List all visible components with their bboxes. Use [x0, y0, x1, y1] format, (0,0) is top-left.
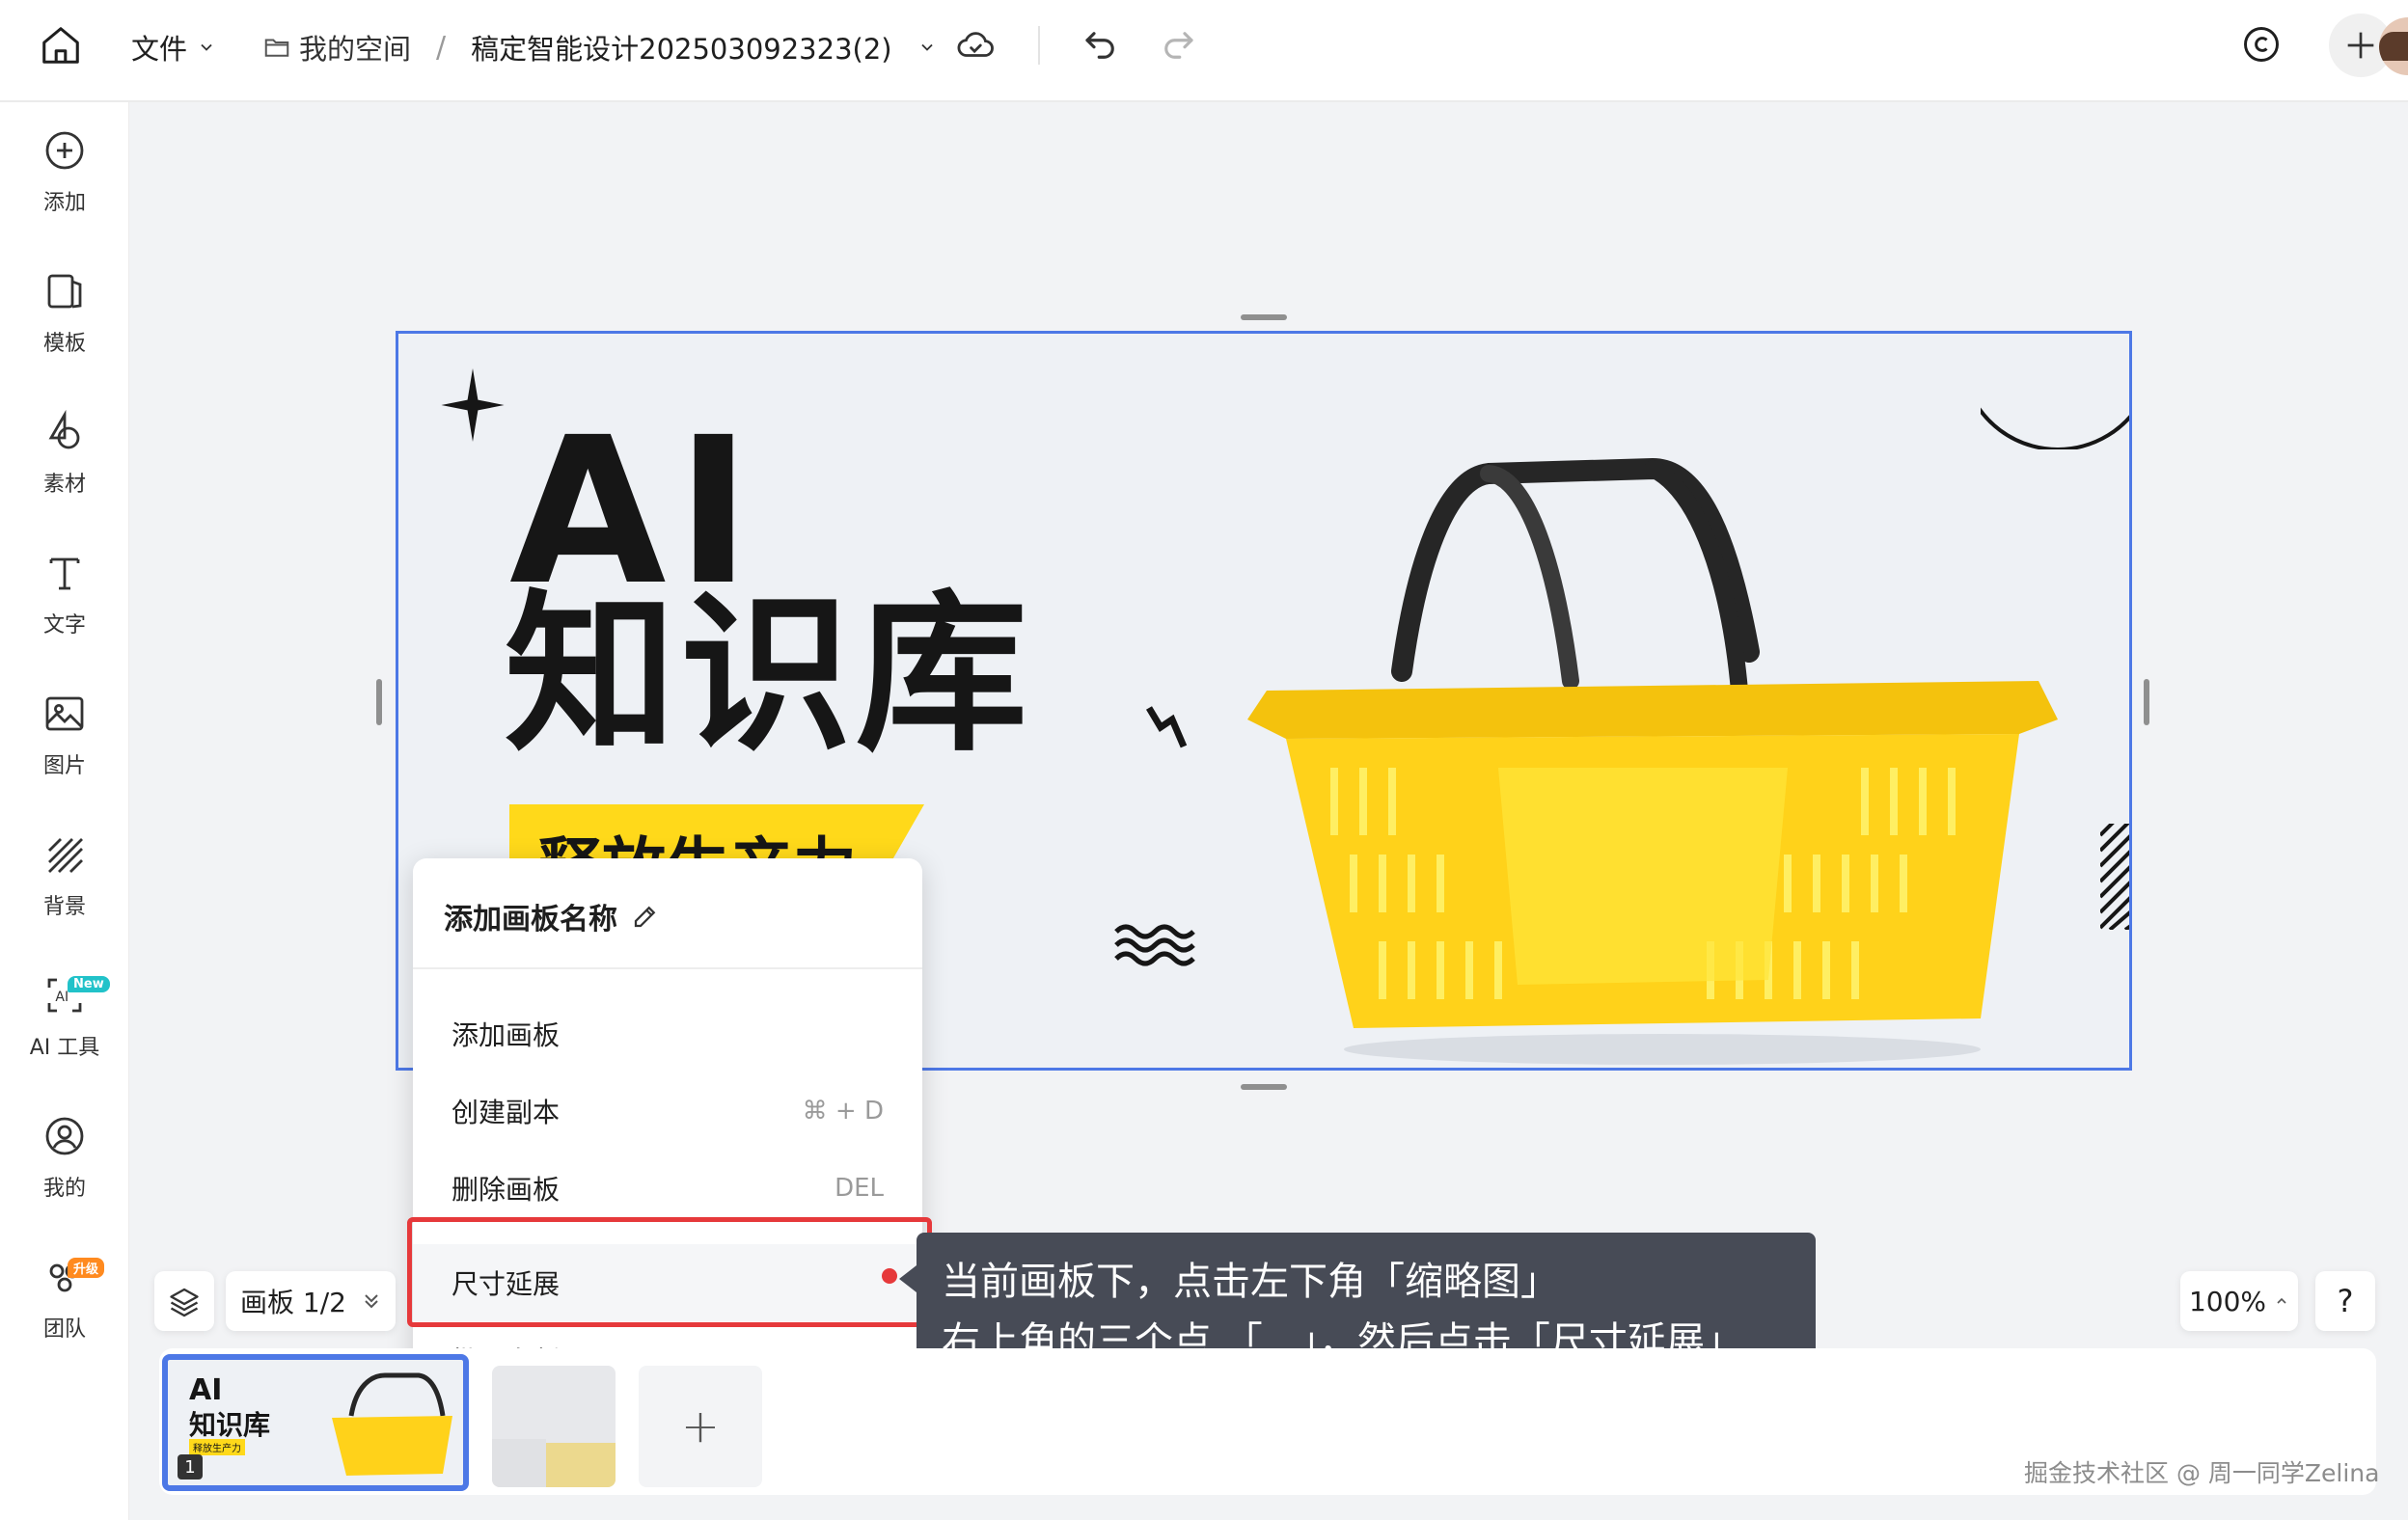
redo-icon[interactable] — [1158, 25, 1198, 66]
sidebar-item-mine[interactable]: 我的 — [0, 1113, 129, 1229]
thumb-index: 1 — [178, 1454, 203, 1479]
resize-handle-bottom[interactable] — [1241, 1084, 1287, 1090]
sidebar-item-text[interactable]: 文字 — [0, 550, 129, 665]
resize-handle-right[interactable] — [2144, 679, 2149, 725]
menu-item-add-board[interactable]: 添加画板 — [413, 995, 922, 1072]
file-menu[interactable]: 文件 — [131, 27, 216, 68]
menu-item-label: 创建副本 — [452, 1097, 561, 1128]
menu-divider — [413, 967, 922, 969]
upgrade-badge: 升级 — [68, 1258, 105, 1278]
breadcrumb: 我的空间 / 稿定智能设计202503092323(2) — [262, 27, 937, 68]
hatch-decoration — [2100, 824, 2129, 930]
shapes-icon — [48, 409, 80, 449]
layers-button[interactable] — [154, 1271, 214, 1331]
sidebar-item-images[interactable]: 图片 — [0, 691, 129, 806]
resize-handle-top[interactable] — [1241, 314, 1287, 320]
board-thumbnail-2[interactable] — [492, 1366, 616, 1487]
pencil-icon[interactable] — [631, 902, 660, 931]
resize-handle-left[interactable] — [376, 679, 382, 725]
sidebar-item-background[interactable]: 背景 — [0, 831, 129, 947]
sidebar-item-label: 添加 — [42, 191, 86, 215]
zigzag-decoration — [1145, 706, 1188, 748]
thumb-banner: 释放生产力 — [189, 1439, 245, 1455]
file-menu-label: 文件 — [131, 33, 188, 66]
menu-item-label: 添加画板 — [452, 1019, 561, 1051]
zoom-control[interactable]: 100% — [2180, 1271, 2298, 1331]
template-icon — [47, 274, 82, 309]
plus-icon — [2347, 32, 2374, 59]
thumb-subheadline: 知识库 — [189, 1409, 271, 1441]
wave-decoration — [1114, 924, 1195, 966]
home-icon[interactable] — [39, 23, 83, 68]
menu-item-delete-board[interactable]: 删除画板 DEL — [413, 1150, 922, 1227]
annotation-dot — [882, 1268, 897, 1284]
sparkle-decoration — [441, 368, 505, 442]
menu-item-shortcut: DEL — [835, 1174, 884, 1203]
sidebar-item-team[interactable]: 升级 团队 — [0, 1254, 129, 1370]
breadcrumb-space[interactable]: 我的空间 — [299, 27, 411, 68]
plus-icon: + — [680, 1399, 721, 1453]
background-pattern-icon — [48, 838, 83, 873]
sidebar-item-ai-tools[interactable]: AI New AI 工具 — [0, 972, 129, 1088]
board-selector[interactable]: 画板 1/2 — [226, 1271, 396, 1331]
add-board-button[interactable]: + — [639, 1366, 762, 1487]
double-chevron-down-icon — [365, 1294, 378, 1309]
sidebar-item-label: 模板 — [42, 332, 86, 356]
cloud-sync-icon[interactable] — [955, 25, 996, 66]
text-icon — [49, 557, 80, 590]
sidebar-item-label: AI 工具 — [29, 1036, 100, 1060]
help-label: ? — [2337, 1283, 2354, 1319]
image-icon — [45, 696, 84, 731]
sidebar-item-add[interactable]: 添加 — [0, 127, 129, 243]
thumb-headline: AI — [189, 1373, 223, 1407]
board-name-placeholder: 添加画板名称 — [444, 903, 617, 936]
watermark: 掘金技术社区 @ 周一同学Zelina — [2024, 1459, 2380, 1487]
document-title[interactable]: 稿定智能设计202503092323(2) — [471, 27, 892, 68]
menu-item-duplicate[interactable]: 创建副本 ⌘ + D — [413, 1072, 922, 1150]
shopping-basket-image — [1247, 457, 2058, 1065]
menu-item-shortcut: ⌘ + D — [802, 1097, 884, 1126]
sidebar-item-label: 素材 — [42, 473, 86, 497]
undo-icon[interactable] — [1081, 25, 1121, 66]
headline-knowledge-base: 知识库 — [505, 575, 1031, 774]
sidebar-item-label: 文字 — [42, 613, 86, 638]
sidebar-item-elements[interactable]: 素材 — [0, 409, 129, 525]
menu-item-label: 删除画板 — [452, 1174, 561, 1206]
sidebar-item-label: 团队 — [42, 1317, 86, 1342]
board-thumbnail-1[interactable]: AI 知识库 释放生产力 1 — [162, 1354, 469, 1491]
user-circle-icon — [45, 1117, 84, 1155]
sidebar-item-label: 我的 — [42, 1177, 86, 1201]
chevron-down-icon — [201, 43, 212, 51]
sidebar-item-label: 背景 — [42, 895, 86, 919]
top-bar: 文件 我的空间 / 稿定智能设计202503092323(2) — [0, 0, 2408, 102]
chevron-up-icon — [2277, 1297, 2286, 1304]
svg-text:AI: AI — [55, 990, 68, 1005]
toolbar-divider — [1038, 26, 1040, 65]
sidebar-item-templates[interactable]: 模板 — [0, 268, 129, 384]
plus-circle-icon — [45, 131, 84, 170]
board-name-field[interactable]: 添加画板名称 — [444, 895, 660, 937]
zoom-level: 100% — [2188, 1285, 2267, 1317]
help-button[interactable]: ? — [2315, 1271, 2375, 1331]
tooltip-line-1: 当前画板下，点击左下角「缩略图」 — [942, 1260, 1559, 1304]
chevron-down-icon[interactable] — [917, 38, 937, 57]
board-indicator: 画板 1/2 — [240, 1287, 346, 1318]
folder-icon — [264, 39, 289, 57]
breadcrumb-separator: / — [436, 30, 447, 65]
left-sidebar: 添加 模板 素材 文字 图片 背景 AI New AI 工具 我的 升级 团队 — [0, 102, 129, 1520]
sidebar-item-label: 图片 — [42, 754, 86, 778]
thumb-basket-image — [332, 1372, 452, 1476]
annotation-highlight-box — [407, 1217, 932, 1327]
layers-icon — [170, 1288, 199, 1317]
copyright-icon[interactable] — [2240, 23, 2283, 66]
new-badge: New — [68, 976, 110, 992]
